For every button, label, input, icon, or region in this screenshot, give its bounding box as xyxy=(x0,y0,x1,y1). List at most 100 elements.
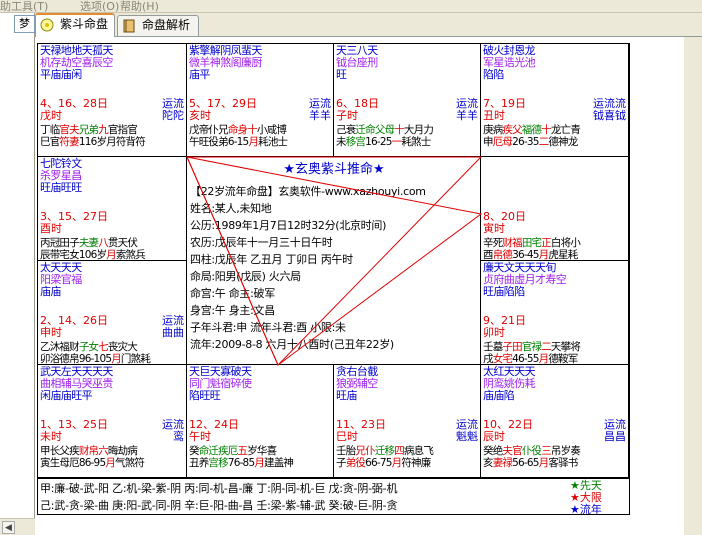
palace-r2: 卯浴德帛96-105月门煞耗 xyxy=(40,353,151,365)
palace-r1: 庚病疾父福德十龙亡青 xyxy=(483,124,581,136)
luck-stars: 陀陀 xyxy=(162,109,184,122)
luck-stars: 羊羊 xyxy=(309,109,331,122)
palace-hour: 申时 xyxy=(40,326,62,339)
palace-text-segment: 一 xyxy=(391,136,402,148)
palace-hour: 寅时 xyxy=(483,222,505,235)
palace-text-segment: 甲长父疾 xyxy=(40,445,80,457)
palace-text-segment: 夫官 xyxy=(502,445,522,457)
palace-text-segment: 大月力 xyxy=(403,124,434,136)
palace-text-segment: 贯天伏 xyxy=(107,237,138,249)
center-line-bureau: 命局:阳男(戊辰) 火六局 xyxy=(190,270,301,283)
menu-help[interactable]: 帮助(H) xyxy=(120,0,159,14)
palace-hour: 辰时 xyxy=(483,430,505,443)
star-brightness: 陷陷 xyxy=(483,68,504,81)
palace-yin[interactable]: 武天左天天天天 曲相辅马哭巫贵 闲庙庙旺平 1、13、25日 运流 未时鸾甲长父疾财帛六晦… xyxy=(38,365,187,478)
palace-text-segment: 客驿书 xyxy=(548,457,578,469)
palace-r2: 巳官符妻116岁月符背符 xyxy=(40,136,146,148)
palace-text-segment: 索煞兵 xyxy=(115,249,146,261)
palace-wu[interactable]: 紫擎解阴凤蜚天 微羊神煞阁廉厨 庙平 5、17、29日 运流 亥时 羊羊 戊帝仆兄命身十小咸博… xyxy=(187,44,334,157)
menu-tools[interactable]: 助工具(T) xyxy=(0,0,48,14)
palace-text-segment: 丁临 xyxy=(40,124,60,136)
palace-text-segment: 白将小 xyxy=(550,237,581,249)
palace-text-segment: 三 xyxy=(541,445,551,457)
palace-r2: 酉帛德36-45月虎星耗 xyxy=(483,249,578,261)
palace-chen[interactable]: 七陀铃文 杀罗星昌 旺庙旺旺 3、15、27日 酉时 丙冠田子夫妻八贯天伏 辰带宅女106岁… xyxy=(38,157,187,261)
palace-text-segment: 帛德 xyxy=(492,249,513,261)
palace-r2: 辰带宅女106岁月索煞兵 xyxy=(40,249,146,261)
palace-r1: 癸绝夫官仆役三吊岁奏 xyxy=(483,445,581,457)
palace-xu[interactable]: 廉天文天天天旬 贞府曲虚月才寿空 旺庙陷陷 9、21日 卯时 壬墓子田官禄二天攀将 戌女宅4… xyxy=(481,261,629,365)
palace-text-segment: 月 xyxy=(391,457,402,469)
tab-chart-analysis[interactable]: 命盘解析 xyxy=(117,15,199,36)
star-brightness: 旺庙陷陷 xyxy=(483,285,525,298)
palace-text-segment: 父母 xyxy=(374,124,395,136)
palace-hour: 午时 xyxy=(189,430,211,443)
palace-mao[interactable]: 太天天天 阳梁官福 庙庙 2、14、26日 运流 申时 曲曲 乙沐福财子女七丧灾大 卯浴德帛96… xyxy=(38,261,187,365)
star-brightness: 庙庙 xyxy=(40,285,61,298)
palace-text-segment: 子田 xyxy=(502,341,522,353)
palace-text-segment: 十 xyxy=(541,124,551,136)
palace-text-segment: 符神廉 xyxy=(401,457,431,469)
palace-text-segment: 116岁 xyxy=(78,136,107,148)
yellow-circle-icon xyxy=(40,18,54,32)
palace-text-segment: 官夫 xyxy=(59,124,79,136)
palace-text-segment: 命身 xyxy=(227,124,248,136)
palace-text-segment: 七 xyxy=(98,341,108,353)
palace-text-segment: 96-105 xyxy=(78,353,112,365)
palace-text-segment: 迁移 xyxy=(374,445,395,457)
palace-text-segment: 耗煞士 xyxy=(401,136,431,148)
palace-wei[interactable]: 天三八天 钺台座刑旺 6、18日 运流 子时 羊羊 己衰迁命父母十大月力 未移宫16-25一耗… xyxy=(334,44,481,157)
palace-zi[interactable]: 贪右台截 狼弼辅空 旺庙 11、23日 运流 巳时 魁魁 壬胎兄仆迁移四病息飞 子弟役66-75… xyxy=(334,365,481,478)
vertical-scrollbar[interactable] xyxy=(684,37,702,535)
palace-text-segment: 疾厄 xyxy=(218,445,238,457)
palace-text-segment: 宫移 xyxy=(208,457,228,469)
palace-r2: 丑养宫移76-85月建盖神 xyxy=(189,457,294,469)
tab-bar: 紫斗命盘 命盘解析 xyxy=(35,13,702,37)
palace-text-segment: 丧灾大 xyxy=(107,341,138,353)
luck-stars: 魁魁 xyxy=(456,430,478,443)
palace-text-segment: 龙亡青 xyxy=(550,124,581,136)
palace-text-segment: 九 xyxy=(98,124,108,136)
palace-text-segment: 月 xyxy=(248,136,259,148)
star-brightness: 旺庙 xyxy=(336,389,357,402)
palace-text-segment: 76-85 xyxy=(227,457,255,469)
palace-text-segment: 门煞耗 xyxy=(120,353,151,365)
center-line-pillars: 四柱:戊辰年 乙丑月 丁卯日 丙午时 xyxy=(190,253,353,266)
palace-text-segment: 卯浴德帛 xyxy=(40,353,80,365)
star-brightness: 庙平 xyxy=(189,68,210,81)
palace-text-segment: 月 xyxy=(105,457,116,469)
palace-r1: 壬墓子田官禄二天攀将 xyxy=(483,341,581,353)
palace-r2: 亥妻禄56-65月客驿书 xyxy=(483,457,578,469)
palace-text-segment: 辛死 xyxy=(483,237,503,249)
palace-si[interactable]: 天禄地地天孤天 机存劫空喜辰空 平庙庙闲 4、16、28日 运流 戊时 陀陀 丁临官夫兄弟九官… xyxy=(38,44,187,157)
palace-r1: 辛死财福田宅正白将小 xyxy=(483,237,581,249)
palace-r1: 甲长父疾财帛六晦劫病 xyxy=(40,445,138,457)
palace-text-segment: 6-15 xyxy=(227,136,249,148)
palace-hour: 亥时 xyxy=(189,109,211,122)
palace-chou[interactable]: 天巨天寡破天 同门魁宿碎使 陷旺旺 12、24日 午时 癸命迁疾厄五岁华喜 丑养宫移76-8… xyxy=(187,365,334,478)
menu-options[interactable]: 选项(O) xyxy=(80,0,119,14)
palace-text-segment: 病息飞 xyxy=(403,445,434,457)
palace-text-segment: 六 xyxy=(98,445,108,457)
tab-ziwei-chart[interactable]: 紫斗命盘 xyxy=(35,13,115,37)
palace-hai[interactable]: 太红天天天 阴鸾姚伤耗 庙庙陷 10、22日 运流 辰时 昌昌 癸绝夫官仆役三吊岁奏 亥妻禄56… xyxy=(481,365,629,478)
palace-text-segment: 戊帝仆兄 xyxy=(189,124,229,136)
palace-text-segment: 官禄 xyxy=(521,341,542,353)
palace-you[interactable]: 8、20日 寅时 辛死财福田宅正白将小 酉帛德36-45月虎星耗 xyxy=(481,157,629,261)
horizontal-scrollbar[interactable]: ◀ xyxy=(0,518,35,535)
left-pane-label[interactable]: 梦 xyxy=(14,15,35,33)
palace-text-segment: 月 xyxy=(538,457,549,469)
palace-hour: 酉时 xyxy=(40,222,62,235)
palace-text-segment: 午旺役弟 xyxy=(189,136,229,148)
palace-text-segment: 田宅 xyxy=(521,237,542,249)
palace-text-segment: 月 xyxy=(106,249,116,261)
palace-text-segment: 己衰 xyxy=(336,124,356,136)
palace-shen[interactable]: 破火封恩龙 军星诰光池 陷陷 7、19日 运流流 丑时 钺喜钺 庚病疾父福德十龙亡青 申厄母26… xyxy=(481,44,629,157)
palace-r1: 丙冠田子夫妻八贯天伏 xyxy=(40,237,138,249)
palace-r1: 丁临官夫兄弟九官指官 xyxy=(40,124,138,136)
palace-text-segment: 正 xyxy=(541,237,551,249)
palace-text-segment: 耗池士 xyxy=(258,136,288,148)
scroll-left-icon[interactable]: ◀ xyxy=(2,521,15,534)
luck-stars: 鸾 xyxy=(173,430,184,443)
palace-text-segment: 壬胎 xyxy=(336,445,356,457)
